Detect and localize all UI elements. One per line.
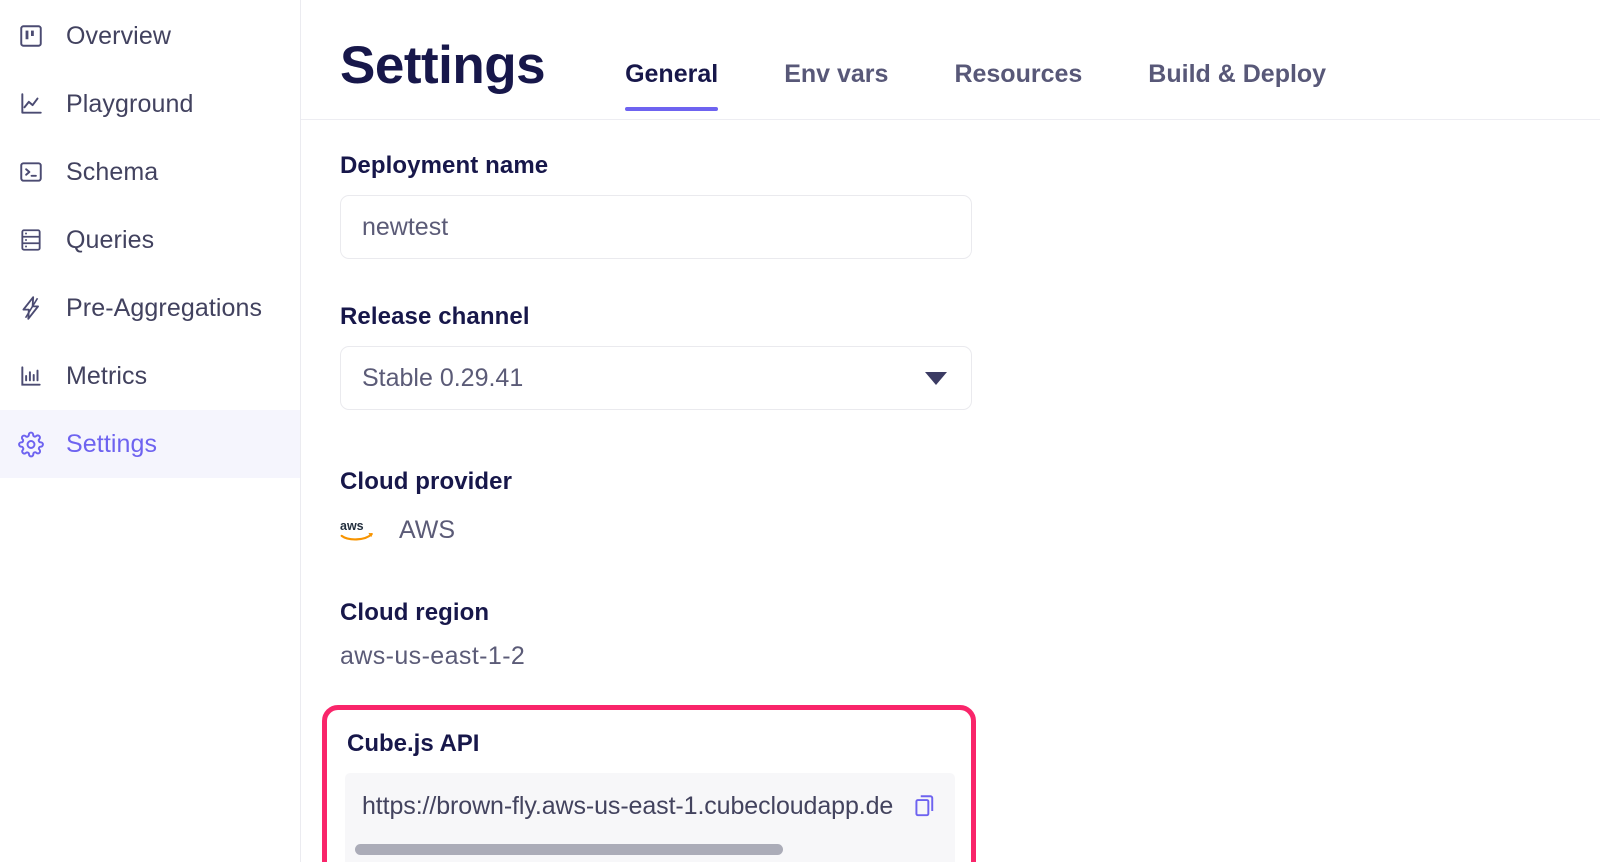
sidebar-item-label: Playground (66, 89, 194, 118)
settings-general-form: Deployment name newtest Release channel … (301, 120, 1600, 862)
cloud-region-label: Cloud region (340, 599, 490, 626)
tab-env-vars[interactable]: Env vars (784, 60, 888, 111)
bar-chart-icon (18, 363, 44, 389)
sidebar-item-schema[interactable]: Schema (0, 138, 300, 206)
lightning-bolt-icon (18, 295, 44, 321)
aws-logo-icon: aws (340, 515, 380, 545)
cube-api-horizontal-scrollbar[interactable] (355, 844, 943, 855)
page-title: Settings (340, 36, 546, 95)
sidebar: Overview Playground Schema Queries Pre-A… (0, 0, 301, 862)
settings-page: Overview Playground Schema Queries Pre-A… (0, 0, 1600, 862)
deployment-name-label: Deployment name (340, 152, 549, 179)
page-header: Settings General Env vars Resources Buil… (301, 0, 1600, 120)
terminal-icon (18, 159, 44, 185)
tab-resources[interactable]: Resources (954, 60, 1082, 111)
main-panel: Settings General Env vars Resources Buil… (301, 0, 1600, 862)
kanban-board-icon (18, 23, 44, 49)
copy-icon[interactable] (909, 787, 939, 825)
sidebar-item-overview[interactable]: Overview (0, 2, 300, 70)
sidebar-item-pre-aggregations[interactable]: Pre-Aggregations (0, 274, 300, 342)
sidebar-item-label: Metrics (66, 361, 148, 390)
chevron-down-icon (925, 371, 947, 385)
cube-api-field[interactable]: https://brown-fly.aws-us-east-1.cubeclou… (345, 773, 955, 862)
sidebar-item-label: Queries (66, 225, 155, 254)
settings-tabs: General Env vars Resources Build & Deplo… (625, 0, 1326, 120)
scrollbar-thumb[interactable] (355, 844, 783, 855)
database-icon (18, 227, 44, 253)
cube-api-label: Cube.js API (347, 730, 480, 757)
release-channel-label: Release channel (340, 303, 530, 330)
sidebar-item-label: Overview (66, 21, 171, 50)
sidebar-item-playground[interactable]: Playground (0, 70, 300, 138)
sidebar-item-queries[interactable]: Queries (0, 206, 300, 274)
cube-api-url-value: https://brown-fly.aws-us-east-1.cubeclou… (362, 792, 894, 820)
deployment-name-input[interactable]: newtest (340, 195, 972, 259)
sidebar-item-label: Settings (66, 429, 158, 458)
sidebar-item-settings[interactable]: Settings (0, 410, 300, 478)
cloud-provider-label: Cloud provider (340, 468, 513, 495)
release-channel-select[interactable]: Stable 0.29.41 (340, 346, 972, 410)
sidebar-item-metrics[interactable]: Metrics (0, 342, 300, 410)
sidebar-item-label: Schema (66, 157, 159, 186)
cloud-region-value: aws-us-east-1-2 (340, 642, 526, 670)
line-chart-icon (18, 91, 44, 117)
cloud-provider-value-row: aws AWS (340, 511, 1600, 549)
deployment-name-value: newtest (362, 212, 449, 241)
gear-icon (18, 431, 44, 457)
cube-api-highlight-box: Cube.js API https://brown-fly.aws-us-eas… (322, 705, 976, 862)
cloud-provider-value: AWS (399, 515, 456, 544)
sidebar-item-label: Pre-Aggregations (66, 293, 263, 322)
release-channel-value: Stable 0.29.41 (362, 363, 524, 392)
svg-text:aws: aws (340, 519, 364, 533)
tab-build-deploy[interactable]: Build & Deploy (1148, 60, 1326, 111)
tab-general[interactable]: General (625, 60, 719, 111)
